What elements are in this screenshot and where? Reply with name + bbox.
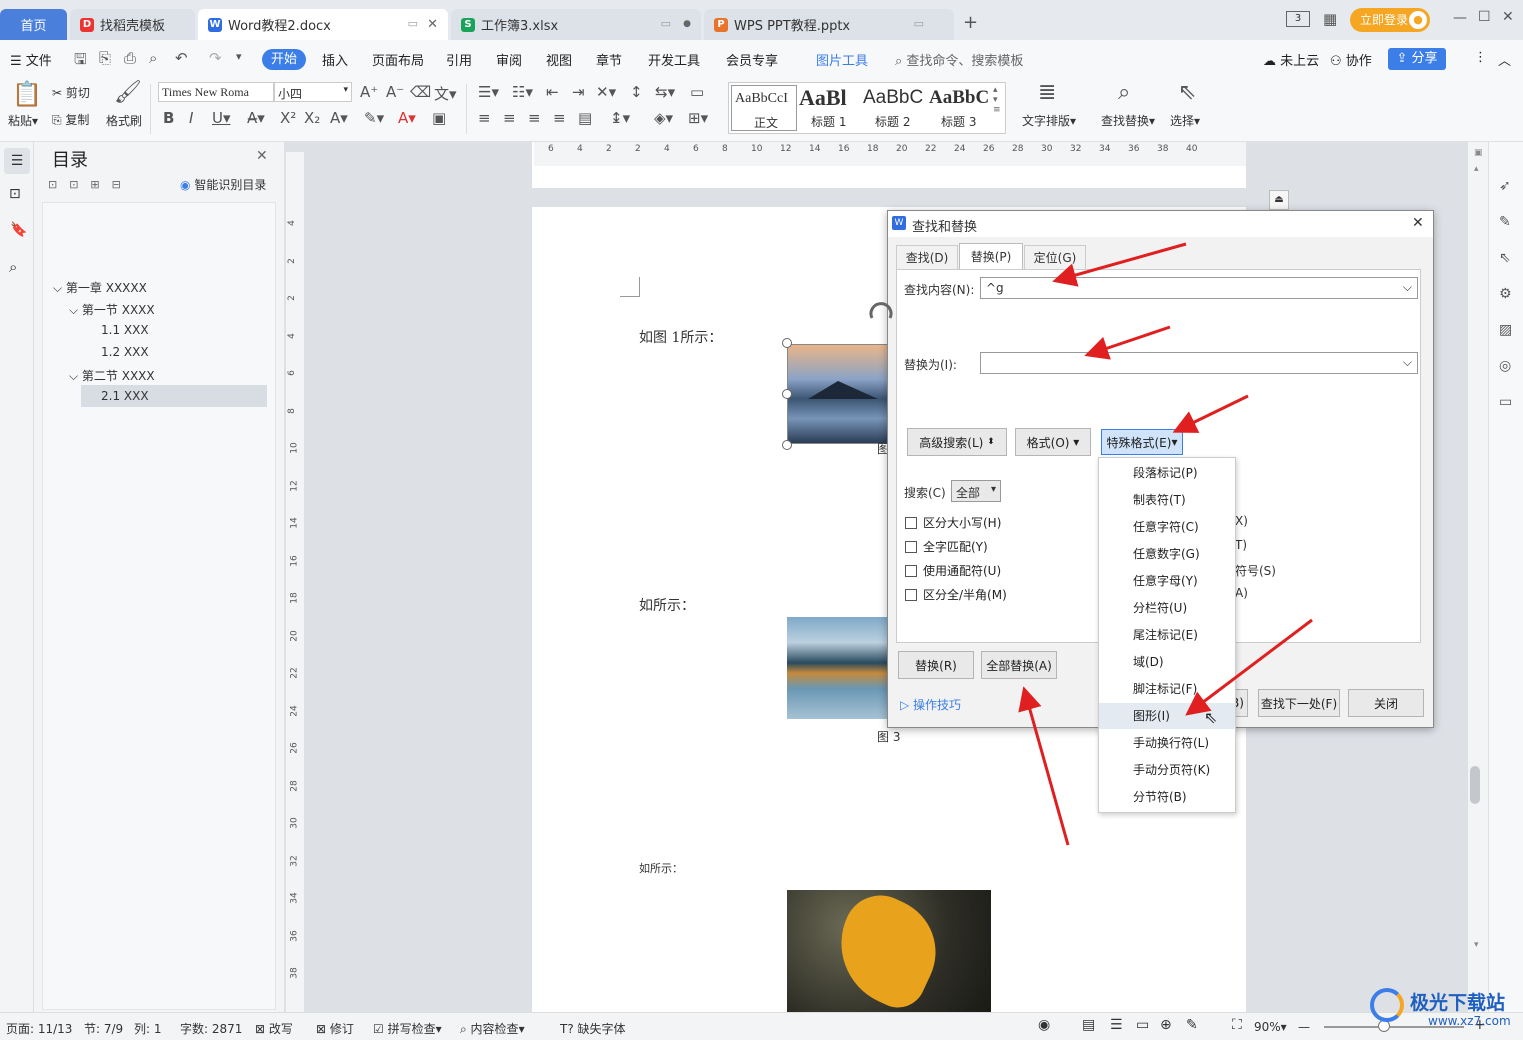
web-view-icon[interactable]: ⊕ xyxy=(1160,1017,1172,1033)
column-indicator: 列: 1 xyxy=(134,1022,162,1036)
zoom-value: 90% xyxy=(1254,1020,1281,1034)
read-view-icon[interactable]: ▭ xyxy=(1136,1017,1149,1033)
content-check[interactable]: ⌕ 内容检查▾ xyxy=(460,1020,525,1037)
watermark: 极光下载站 www.xz7.com xyxy=(1370,984,1520,1036)
missing-font[interactable]: T? 缺失字体 xyxy=(560,1020,626,1037)
watermark-name: 极光下载站 xyxy=(1410,992,1506,1014)
page-indicator[interactable]: 页面: 11/13 xyxy=(6,1020,72,1037)
page-view-icon[interactable]: ▤ xyxy=(1082,1017,1095,1033)
rotate-handle-icon[interactable] xyxy=(869,302,893,319)
status-bar: 页面: 11/13 节: 7/9 列: 1 字数: 2871 ⊠ 改写 ⊠ 修订… xyxy=(0,1012,1523,1040)
section-indicator[interactable]: 节: 7/9 xyxy=(84,1020,123,1037)
arrow-to-replace-all xyxy=(1018,686,1070,846)
content-label: 内容检查 xyxy=(470,1022,519,1036)
arrow-to-find-input xyxy=(1052,242,1187,287)
annotation-arrows xyxy=(869,242,1313,846)
zoom-out-icon[interactable]: — xyxy=(1298,1020,1310,1034)
eye-icon[interactable]: ◉ xyxy=(1038,1017,1050,1033)
outline-view-icon[interactable]: ☰ xyxy=(1110,1017,1123,1033)
write-mode-icon[interactable]: ✎ xyxy=(1186,1017,1198,1033)
spell-check[interactable]: ☑ 拼写检查▾ xyxy=(373,1020,442,1037)
revise-label: 修订 xyxy=(329,1022,354,1036)
rewrite-label: 改写 xyxy=(268,1022,293,1036)
spell-label: 拼写检查 xyxy=(387,1022,436,1036)
missing-font-label: 缺失字体 xyxy=(577,1022,626,1036)
word-count[interactable]: 字数: 2871 xyxy=(180,1020,242,1037)
rewrite-toggle[interactable]: ⊠ 改写 xyxy=(255,1020,293,1037)
arrow-to-graphic-item xyxy=(1185,618,1313,716)
watermark-logo xyxy=(1370,988,1404,1022)
revise-toggle[interactable]: ⊠ 修订 xyxy=(316,1020,354,1037)
zoom-level[interactable]: 90%▾ xyxy=(1254,1020,1287,1034)
fit-page-icon[interactable]: ⛶ xyxy=(1232,1017,1242,1033)
arrow-to-replace-input xyxy=(1084,325,1171,360)
arrow-to-special-button xyxy=(1172,394,1249,433)
watermark-url: www.xz7.com xyxy=(1428,1014,1511,1028)
